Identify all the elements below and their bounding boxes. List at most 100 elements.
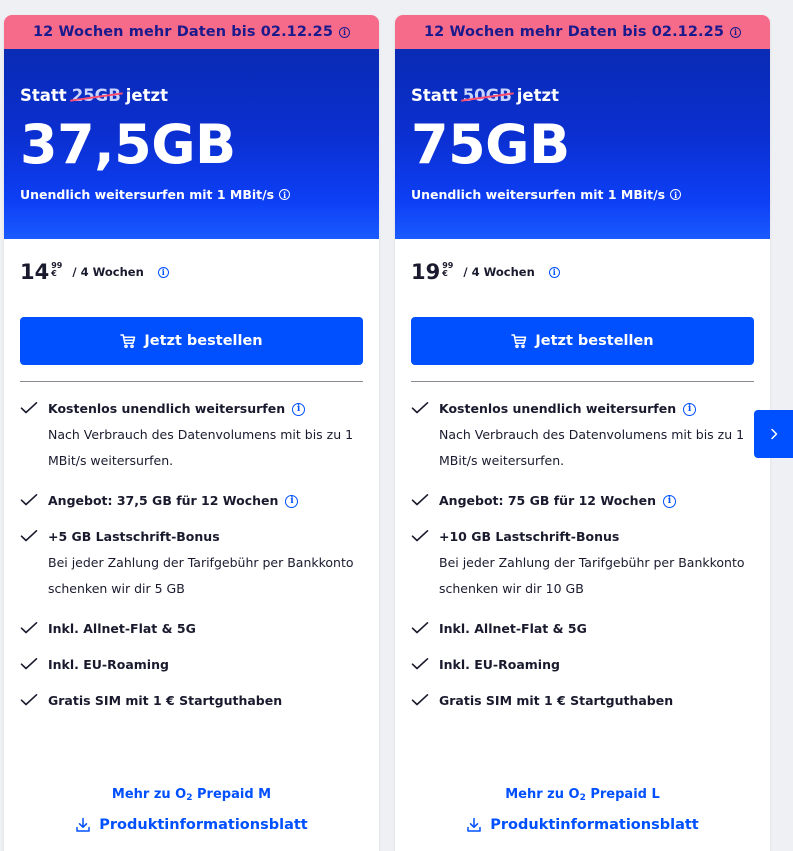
price-euros: 19 [411,259,441,284]
feature-title: Gratis SIM mit 1 € Startguthaben [48,692,363,710]
feature-item: +5 GB Lastschrift-Bonus Bei jeder Zahlung… [20,528,363,602]
info-icon[interactable]: i [157,266,169,278]
price-row: 19 99 € / 4 Wochen i [395,239,770,291]
feature-item: Kostenlos unendlich weitersurfen i Nach Ve… [20,400,363,474]
check-icon [20,494,38,506]
feature-title: Angebot: 37,5 GB für 12 Wochen i [48,492,363,510]
data-volume: 75GB [411,113,570,176]
feature-title: Kostenlos unendlich weitersurfen i [48,400,363,418]
check-icon [411,530,429,542]
card-links: Mehr zu O2 Prepaid L Produktinformations… [395,787,770,837]
volume-comparison: Statt 25GB jetzt [20,86,363,105]
check-icon [20,402,38,414]
feature-title: Angebot: 75 GB für 12 Wochen i [439,492,754,510]
more-info-link[interactable]: Mehr zu O2 Prepaid L [395,787,770,803]
info-icon[interactable]: i [292,402,306,416]
feature-item: Inkl. EU-Roaming [20,656,363,674]
feature-title-text: Inkl. EU-Roaming [48,657,169,672]
feature-title: Gratis SIM mit 1 € Startguthaben [439,692,754,710]
feature-title: Inkl. EU-Roaming [439,656,754,674]
tariff-hero: Statt 25GB jetzt 37,5GB Unendlich weiter… [4,49,379,239]
feature-title: Inkl. Allnet-Flat & 5G [48,620,363,638]
feature-item: Inkl. Allnet-Flat & 5G [20,620,363,638]
old-volume: 50GB [462,86,512,105]
feature-title-text: Gratis SIM mit 1 € Startguthaben [48,693,283,708]
surf-text: Unendlich weitersurfen mit 1 MBit/s [411,187,666,203]
promo-text: 12 Wochen mehr Daten bis 02.12.25 [32,24,334,40]
feature-title-text: Kostenlos unendlich weitersurfen [48,401,286,416]
tariff-hero: Statt 50GB jetzt 75GB Unendlich weitersu… [395,49,770,239]
info-icon[interactable]: i [339,26,351,38]
info-icon[interactable]: i [670,189,682,201]
feature-title-text: Gratis SIM mit 1 € Startguthaben [439,693,674,708]
feature-description: Nach Verbrauch des Datenvolumens mit bis… [48,427,354,468]
price-period: / 4 Wochen [72,265,144,279]
price-row: 14 99 € / 4 Wochen i [4,239,379,291]
jetzt-label: jetzt [516,86,560,105]
check-icon [411,494,429,506]
cart-icon [120,334,136,349]
check-icon [20,622,38,634]
info-icon[interactable]: i [279,189,291,201]
check-icon [20,658,38,670]
check-icon [411,694,429,706]
feature-title-text: +10 GB Lastschrift-Bonus [439,529,620,544]
chevron-right-icon [770,428,777,440]
tariff-card-prepaid-l: 12 Wochen mehr Daten bis 02.12.25 i Stat… [395,15,770,851]
check-icon [411,402,429,414]
surf-info: Unendlich weitersurfen mit 1 MBit/s i [20,187,363,202]
order-button[interactable]: Jetzt bestellen [411,317,754,365]
promo-banner: 12 Wochen mehr Daten bis 02.12.25 i [395,15,770,49]
order-label: Jetzt bestellen [144,333,263,349]
check-icon [411,658,429,670]
surf-text: Unendlich weitersurfen mit 1 MBit/s [20,187,275,203]
info-icon[interactable]: i [662,494,676,508]
info-icon[interactable]: i [548,266,560,278]
order-button[interactable]: Jetzt bestellen [20,317,363,365]
feature-description: Nach Verbrauch des Datenvolumens mit bis… [439,427,745,468]
statt-label: Statt [411,86,458,105]
feature-title-text: Inkl. Allnet-Flat & 5G [48,621,196,636]
tariff-card-prepaid-m: 12 Wochen mehr Daten bis 02.12.25 i Stat… [4,15,379,851]
price-euros: 14 [20,259,50,284]
info-icon[interactable]: i [730,26,742,38]
price-cents-block: 99 € [442,261,453,279]
feature-item: Inkl. Allnet-Flat & 5G [411,620,754,638]
price-cents-block: 99 € [51,261,62,279]
product-info-sheet-link[interactable]: Produktinformationsblatt [75,817,308,833]
info-icon[interactable]: i [285,494,299,508]
feature-title-text: Angebot: 37,5 GB für 12 Wochen [48,493,279,508]
cart-icon [511,334,527,349]
product-info-sheet-link[interactable]: Produktinformationsblatt [466,817,699,833]
feature-item: Gratis SIM mit 1 € Startguthaben [411,692,754,710]
card-links: Mehr zu O2 Prepaid M Produktinformations… [4,787,379,837]
feature-title-text: Inkl. Allnet-Flat & 5G [439,621,587,636]
feature-description: Bei jeder Zahlung der Tarifgebühr per Ba… [48,555,354,596]
download-icon [467,817,482,832]
jetzt-label: jetzt [125,86,169,105]
check-icon [20,694,38,706]
feature-title: Kostenlos unendlich weitersurfen i [439,400,754,418]
statt-label: Statt [20,86,67,105]
feature-title-text: Kostenlos unendlich weitersurfen [439,401,677,416]
feature-list: Kostenlos unendlich weitersurfen i Nach Ve… [395,382,770,710]
info-icon[interactable]: i [683,402,697,416]
carousel-next-button[interactable] [754,410,793,458]
promo-text: 12 Wochen mehr Daten bis 02.12.25 [423,24,725,40]
feature-title: +10 GB Lastschrift-Bonus [439,528,754,546]
volume-comparison: Statt 50GB jetzt [411,86,754,105]
feature-item: Angebot: 37,5 GB für 12 Wochen i [20,492,363,510]
order-label: Jetzt bestellen [535,333,654,349]
feature-item: Angebot: 75 GB für 12 Wochen i [411,492,754,510]
price-period: / 4 Wochen [463,265,535,279]
feature-item: Inkl. EU-Roaming [411,656,754,674]
download-icon [76,817,91,832]
more-info-link[interactable]: Mehr zu O2 Prepaid M [4,787,379,803]
data-volume: 37,5GB [20,113,236,176]
check-icon [411,622,429,634]
check-icon [20,530,38,542]
surf-info: Unendlich weitersurfen mit 1 MBit/s i [411,187,754,202]
feature-item: +10 GB Lastschrift-Bonus Bei jeder Zahlun… [411,528,754,602]
feature-title: +5 GB Lastschrift-Bonus [48,528,363,546]
feature-title-text: +5 GB Lastschrift-Bonus [48,529,220,544]
